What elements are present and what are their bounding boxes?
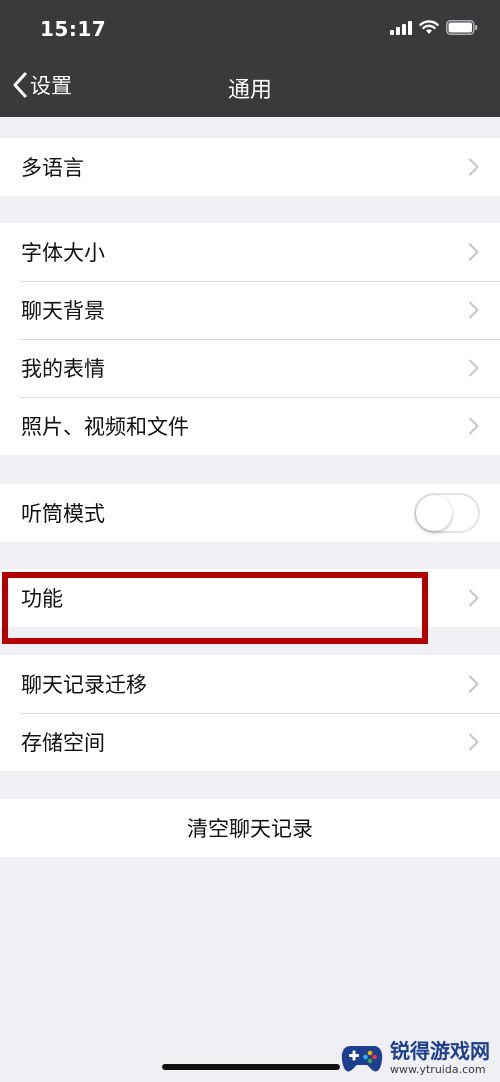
group-earpiece: 听筒模式: [0, 484, 500, 542]
row-label: 存储空间: [21, 731, 105, 755]
chevron-right-icon: [469, 417, 479, 435]
status-icons: [390, 20, 478, 35]
row-features[interactable]: 功能: [0, 569, 500, 627]
row-earpiece-mode: 听筒模式: [0, 484, 500, 542]
status-time: 15:17: [40, 17, 107, 41]
row-chat-migration[interactable]: 聊天记录迁移: [0, 655, 500, 713]
row-font-size[interactable]: 字体大小: [0, 223, 500, 281]
watermark-url: www.ytruida.com: [390, 1063, 486, 1076]
gamepad-logo-icon: [341, 1046, 383, 1072]
clear-chat-history-label: 清空聊天记录: [187, 817, 313, 841]
watermark-title: 锐得游戏网: [390, 1039, 490, 1063]
row-chat-background[interactable]: 聊天背景: [0, 281, 500, 339]
row-label: 照片、视频和文件: [21, 415, 189, 439]
signal-icon: [390, 20, 412, 35]
chevron-right-icon: [469, 675, 479, 693]
chevron-right-icon: [469, 158, 479, 176]
row-label: 聊天背景: [21, 299, 105, 323]
page-title: 通用: [227, 78, 272, 103]
watermark: 锐得游戏网 www.ytruida.com: [340, 1040, 490, 1076]
group-storage: 聊天记录迁移 存储空间: [0, 655, 500, 771]
row-label: 听筒模式: [21, 502, 105, 526]
chevron-right-icon: [469, 243, 479, 261]
chevron-right-icon: [469, 589, 479, 607]
row-my-stickers[interactable]: 我的表情: [0, 339, 500, 397]
group-clear: 清空聊天记录: [0, 799, 500, 857]
row-label: 功能: [21, 587, 63, 611]
row-label: 字体大小: [21, 241, 105, 265]
screen: 15:17 设置 通用 多语言 字体大小 聊天背景 我的表情 照片、视频和文件 …: [0, 0, 500, 1082]
group-display: 字体大小 聊天背景 我的表情 照片、视频和文件: [0, 223, 500, 455]
chevron-right-icon: [469, 359, 479, 377]
chevron-right-icon: [469, 733, 479, 751]
toggle-knob: [416, 495, 452, 531]
row-label: 多语言: [21, 156, 84, 180]
home-indicator[interactable]: [162, 1064, 340, 1070]
clear-chat-history-button[interactable]: 清空聊天记录: [0, 799, 500, 857]
group-features: 功能: [0, 569, 500, 627]
row-storage-space[interactable]: 存储空间: [0, 713, 500, 771]
group-language: 多语言: [0, 138, 500, 196]
watermark-text: 锐得游戏网 www.ytruida.com: [390, 1041, 490, 1075]
row-language[interactable]: 多语言: [0, 138, 500, 196]
row-label: 聊天记录迁移: [21, 673, 147, 697]
battery-icon: [446, 20, 478, 35]
row-label: 我的表情: [21, 357, 105, 381]
wifi-icon: [419, 20, 439, 34]
chevron-right-icon: [469, 301, 479, 319]
row-photos-videos-files[interactable]: 照片、视频和文件: [0, 397, 500, 455]
earpiece-toggle[interactable]: [414, 493, 480, 533]
nav-header: 15:17 设置 通用: [0, 0, 500, 117]
